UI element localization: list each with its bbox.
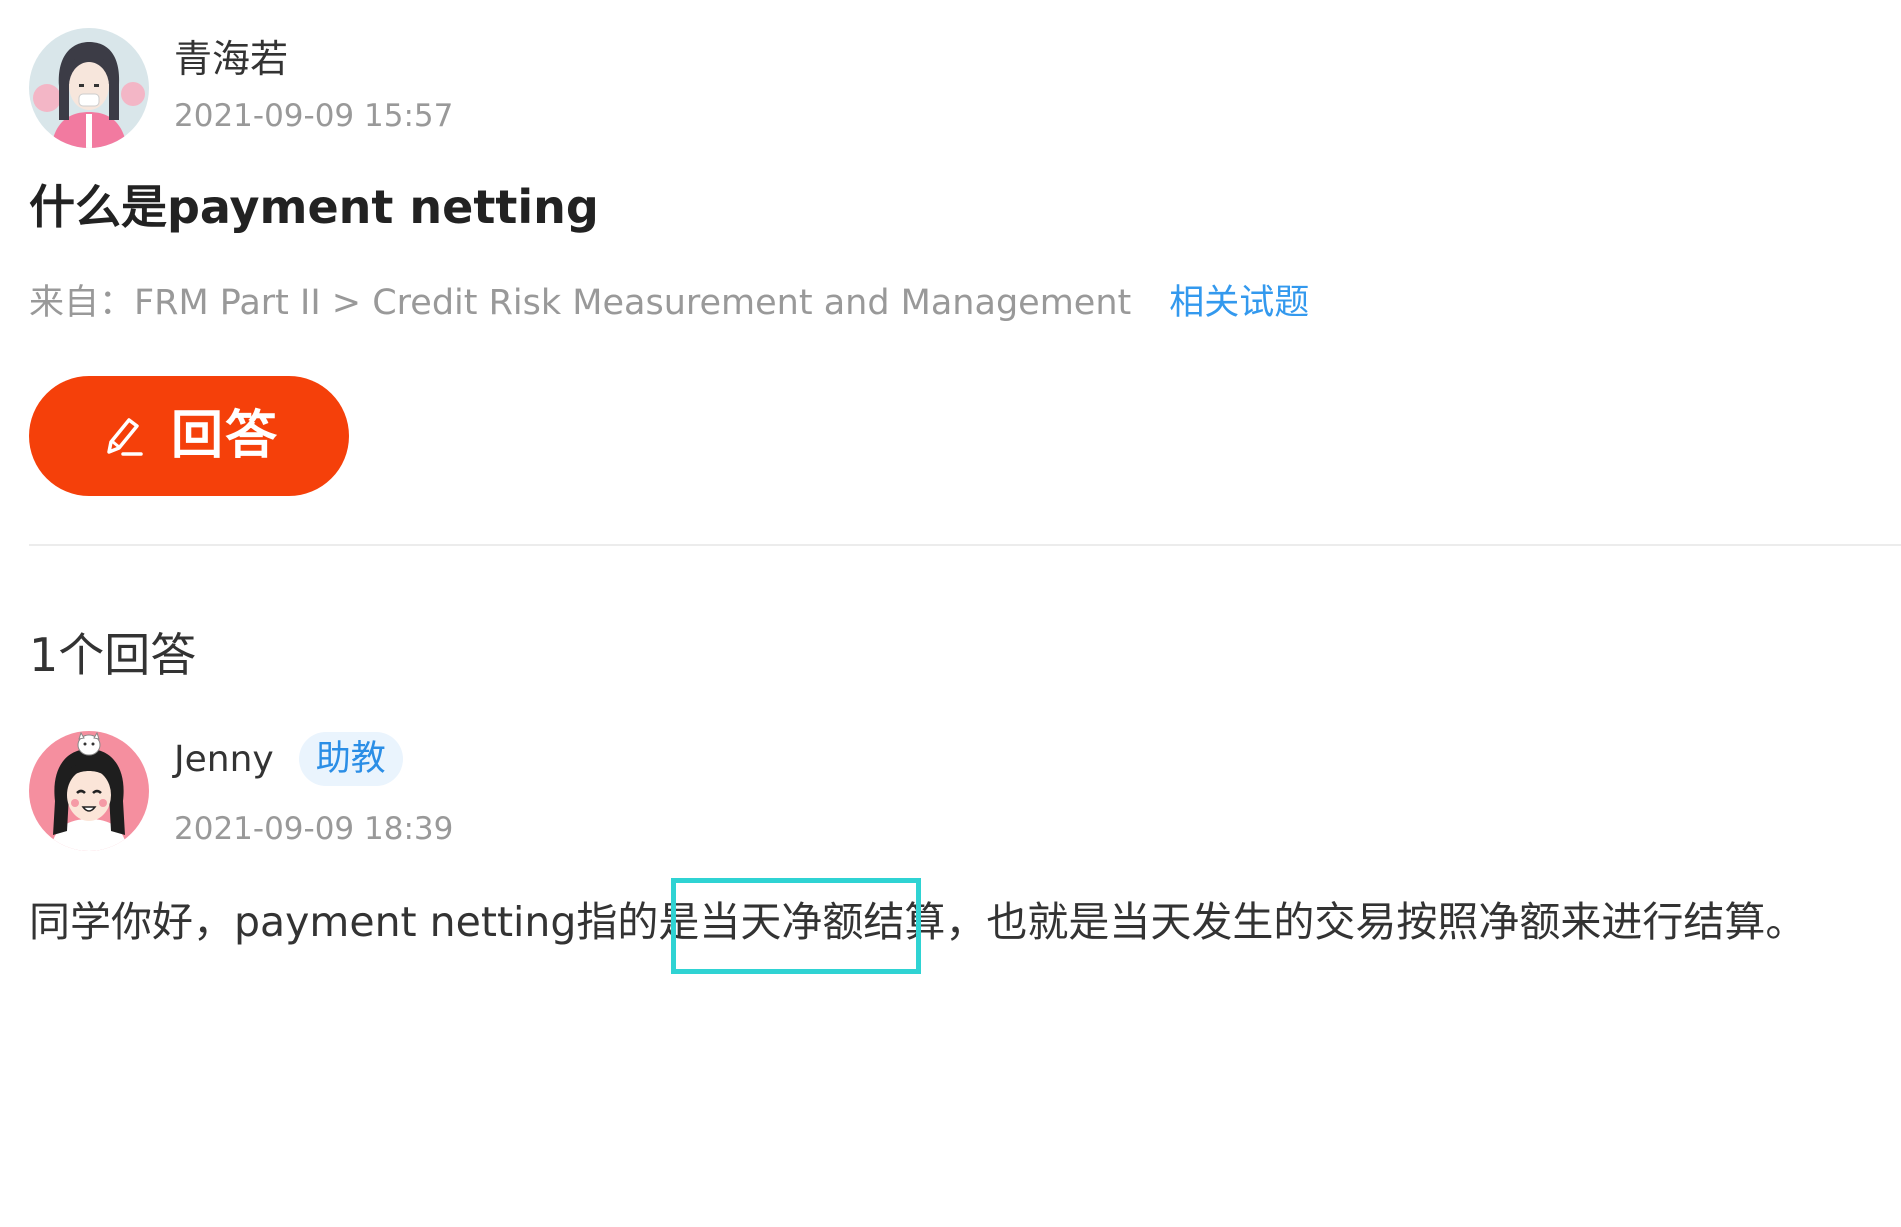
cartoon-girl-avatar-icon [29, 731, 149, 851]
question-title: 什么是payment netting [29, 180, 599, 234]
answer-author: Jenny 助教 2021-09-09 18:39 [29, 731, 453, 851]
answer-content: 同学你好，payment netting指的是当天净额结算，也就是当天发生的交易… [29, 898, 1807, 946]
section-divider [29, 544, 1901, 546]
pencil-icon [107, 418, 143, 456]
question-time: 2021-09-09 15:57 [174, 98, 454, 134]
answer-button[interactable]: 回答 [29, 376, 349, 496]
question-author-meta: 青海若 2021-09-09 15:57 [174, 28, 453, 138]
source-path[interactable]: FRM Part II > Credit Risk Measurement an… [134, 278, 1131, 328]
question-author-avatar[interactable] [29, 28, 149, 148]
answer-author-avatar[interactable] [29, 731, 149, 851]
female-avatar-icon [29, 28, 149, 148]
answer-author-name-line: Jenny 助教 [174, 731, 453, 787]
question-author-name[interactable]: 青海若 [174, 32, 453, 86]
source-label: 来自： [29, 283, 135, 323]
answer-button-label: 回答 [170, 407, 279, 465]
answer-author-meta: Jenny 助教 2021-09-09 18:39 [174, 731, 453, 851]
question-source: 来自： FRM Part II > Credit Risk Measuremen… [29, 278, 1309, 328]
related-questions-link[interactable]: 相关试题 [1169, 278, 1309, 328]
question-page: 青海若 2021-09-09 15:57 什么是payment netting … [29, 0, 1901, 1227]
answer-author-name[interactable]: Jenny [174, 739, 274, 780]
teaching-assistant-badge: 助教 [298, 732, 403, 786]
question-author: 青海若 2021-09-09 15:57 [29, 28, 453, 148]
answers-count-heading: 1个回答 [29, 628, 197, 682]
answer-time: 2021-09-09 18:39 [174, 811, 454, 847]
